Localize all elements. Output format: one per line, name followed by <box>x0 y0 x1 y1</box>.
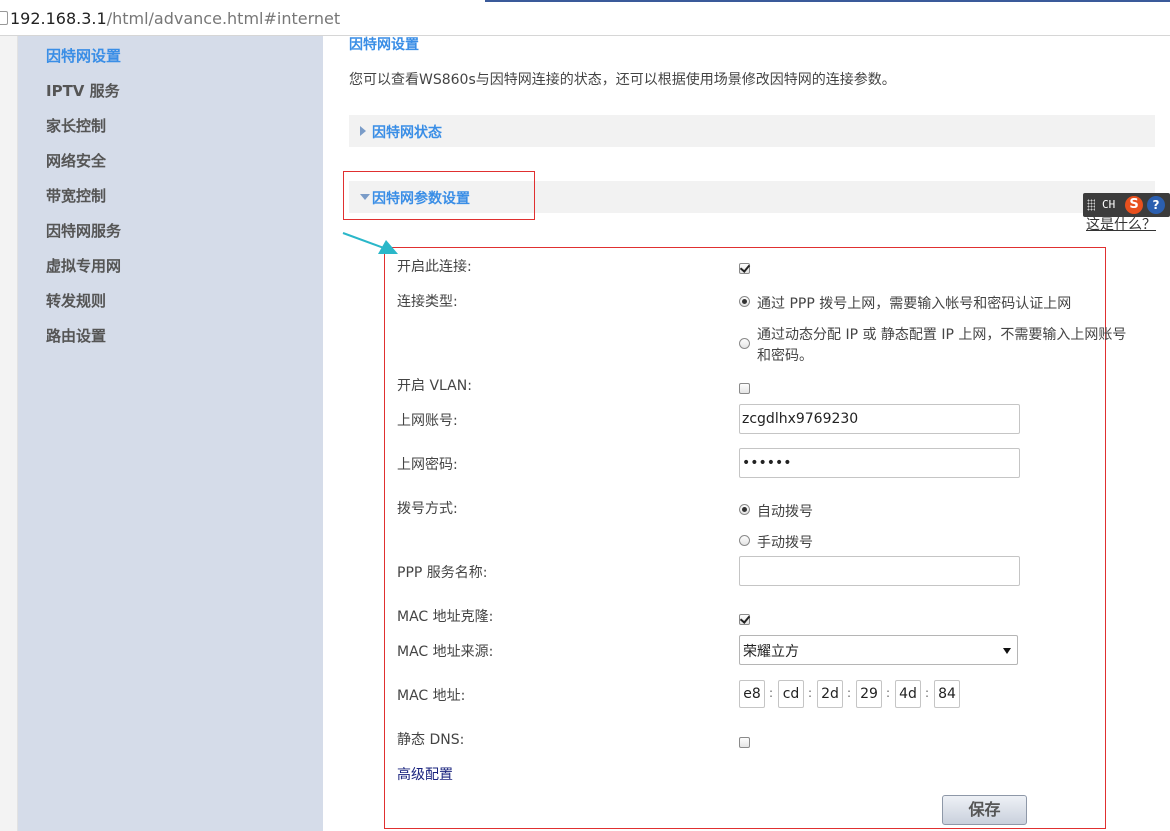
mac-separator: : <box>769 686 774 700</box>
mac-octet-4[interactable]: 29 <box>856 680 882 708</box>
mac-separator: : <box>847 686 852 700</box>
mac-clone-checkbox[interactable] <box>739 614 750 625</box>
page-description: 您可以查看WS860s与因特网连接的状态，还可以根据使用场景修改因特网的连接参数… <box>349 72 896 88</box>
left-gutter <box>0 36 18 831</box>
sidebar-item-forwarding[interactable]: 转发规则 <box>46 290 106 311</box>
password-input[interactable] <box>739 448 1020 478</box>
mac-octet-6[interactable]: 84 <box>934 680 960 708</box>
dial-mode-label: 拨号方式: <box>397 501 458 517</box>
drag-grip-icon[interactable] <box>1087 199 1095 211</box>
dial-auto-radio[interactable] <box>739 504 750 515</box>
connection-type-dynamic-label: 通过动态分配 IP 或 静态配置 IP 上网，不需要输入上网账号 <box>757 327 1127 343</box>
help-icon[interactable]: ? <box>1147 196 1165 214</box>
mac-clone-label: MAC 地址克隆: <box>397 609 494 625</box>
connection-type-label: 连接类型: <box>397 294 458 310</box>
connection-type-dynamic-radio[interactable] <box>739 338 750 349</box>
vlan-label: 开启 VLAN: <box>397 378 472 394</box>
annotation-box-section <box>343 171 535 220</box>
connection-type-ppp-radio[interactable] <box>739 296 750 307</box>
ppp-service-input[interactable] <box>739 556 1020 586</box>
save-button[interactable]: 保存 <box>942 795 1027 825</box>
enable-connection-label: 开启此连接: <box>397 259 472 275</box>
enable-connection-checkbox[interactable] <box>739 263 750 274</box>
password-label: 上网密码: <box>397 457 458 473</box>
url-path: /html/advance.html#internet <box>106 9 341 28</box>
sidebar-item-iptv[interactable]: IPTV 服务 <box>46 80 120 101</box>
account-label: 上网账号: <box>397 413 458 429</box>
help-link[interactable]: 这是什么？ <box>1086 214 1156 234</box>
mac-separator: : <box>886 686 891 700</box>
account-input[interactable] <box>739 404 1020 434</box>
static-dns-label: 静态 DNS: <box>397 732 465 748</box>
mac-octet-3[interactable]: 2d <box>817 680 843 708</box>
section-internet-status-label: 因特网状态 <box>372 125 442 141</box>
dropdown-arrow-icon <box>1003 648 1011 654</box>
static-dns-checkbox[interactable] <box>739 737 750 748</box>
mac-separator: : <box>808 686 813 700</box>
mac-octet-2[interactable]: cd <box>778 680 804 708</box>
sidebar-item-internet-services[interactable]: 因特网服务 <box>46 220 121 241</box>
mac-source-value: 荣耀立方 <box>743 644 799 660</box>
ppp-service-label: PPP 服务名称: <box>397 565 488 581</box>
sidebar-item-bandwidth[interactable]: 带宽控制 <box>46 185 106 206</box>
url-text[interactable]: 192.168.3.1/html/advance.html#internet <box>10 9 340 28</box>
connection-type-ppp-label: 通过 PPP 拨号上网，需要输入帐号和密码认证上网 <box>757 296 1072 312</box>
mac-source-label: MAC 地址来源: <box>397 644 494 660</box>
dial-manual-label: 手动拨号 <box>757 535 813 551</box>
vlan-checkbox[interactable] <box>739 383 750 394</box>
section-internet-status[interactable]: 因特网状态 <box>349 115 1155 147</box>
url-host: 192.168.3.1 <box>10 9 107 28</box>
sidebar-item-vpn[interactable]: 虚拟专用网 <box>46 255 121 276</box>
sidebar: 因特网设置 IPTV 服务 家长控制 网络安全 带宽控制 因特网服务 虚拟专用网… <box>18 36 323 831</box>
sidebar-item-parental-control[interactable]: 家长控制 <box>46 115 106 136</box>
mac-octet-1[interactable]: e8 <box>739 680 765 708</box>
sidebar-item-internet-settings[interactable]: 因特网设置 <box>46 45 121 66</box>
sogou-logo-icon[interactable]: S <box>1125 196 1143 214</box>
mac-octet-5[interactable]: 4d <box>895 680 921 708</box>
expand-right-icon <box>360 126 366 136</box>
ime-toolbar[interactable]: CH S ? <box>1083 193 1170 217</box>
page-icon <box>0 11 8 25</box>
sidebar-item-routing[interactable]: 路由设置 <box>46 325 106 346</box>
connection-type-dynamic-label-cont: 和密码。 <box>757 348 813 364</box>
annotation-arrow-icon <box>342 232 398 254</box>
page-title: 因特网设置 <box>349 37 419 53</box>
mac-separator: : <box>925 686 930 700</box>
ime-language-toggle[interactable]: CH <box>1102 198 1115 211</box>
sidebar-item-network-security[interactable]: 网络安全 <box>46 150 106 171</box>
address-bar[interactable]: 192.168.3.1/html/advance.html#internet <box>0 0 1170 36</box>
dial-auto-label: 自动拨号 <box>757 504 813 520</box>
advanced-config-link[interactable]: 高级配置 <box>397 764 453 784</box>
tab-strip-edge <box>485 0 1170 2</box>
mac-address-label: MAC 地址: <box>397 688 466 704</box>
dial-manual-radio[interactable] <box>739 535 750 546</box>
mac-source-select[interactable]: 荣耀立方 <box>739 635 1018 665</box>
